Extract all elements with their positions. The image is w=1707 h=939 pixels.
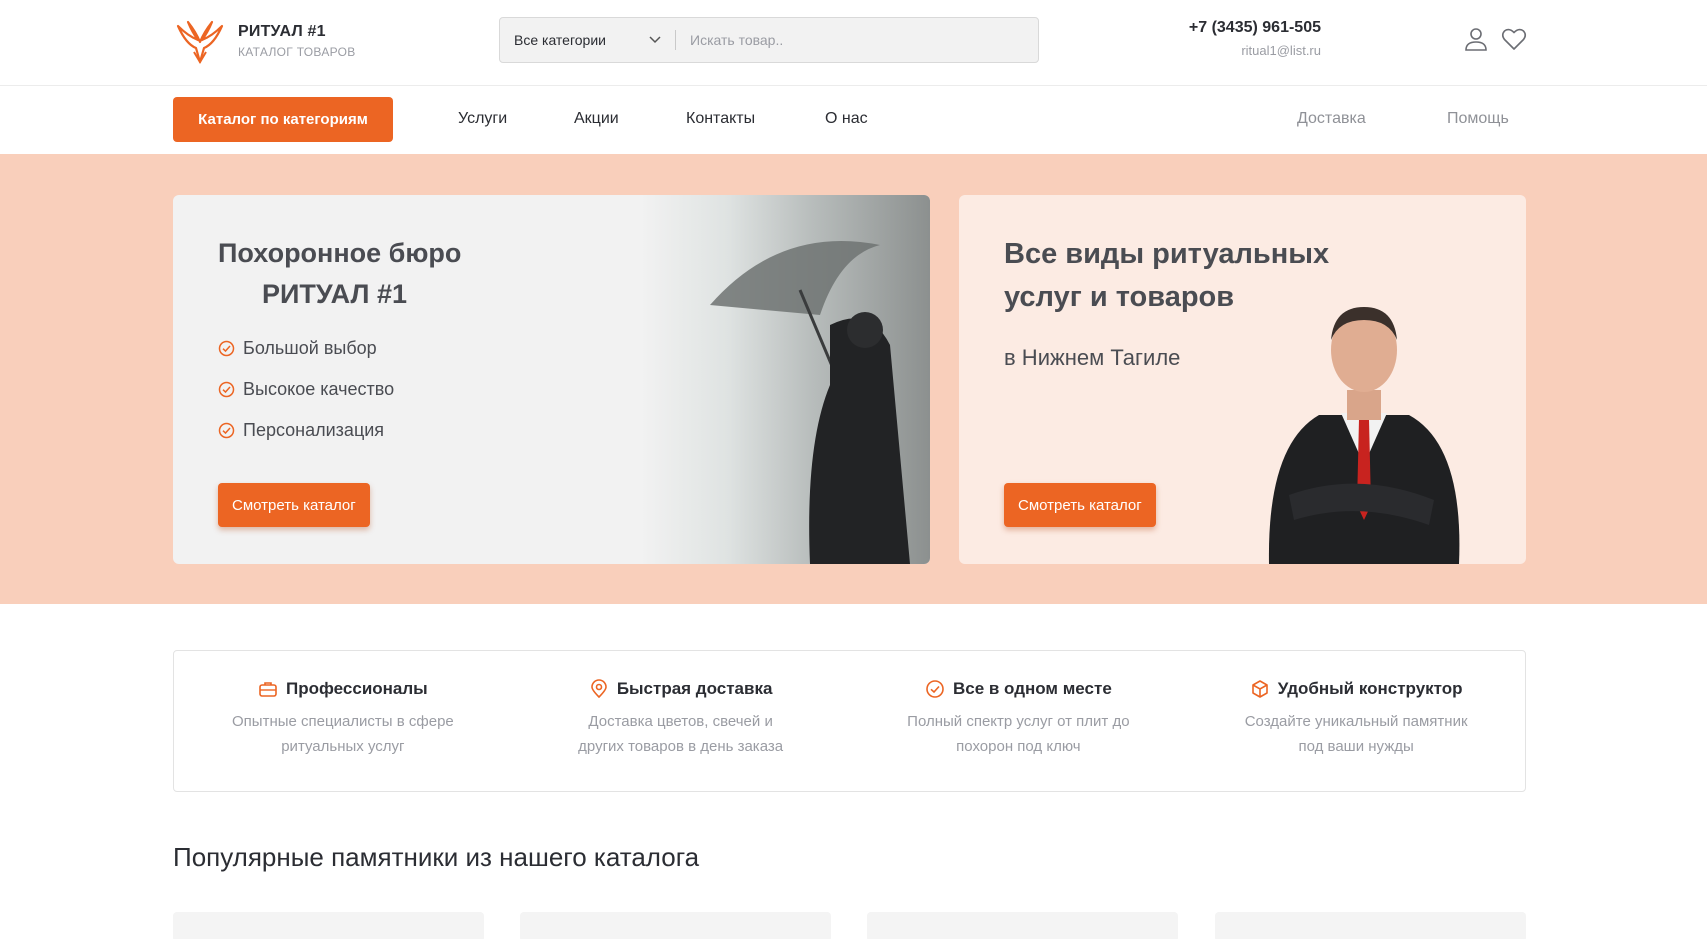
hero-left-title-line1: Похоронное бюро — [218, 238, 462, 268]
hero-card-bureau: Похоронное бюро РИТУАЛ #1 Большой выбор … — [173, 195, 930, 564]
popular-section-title: Популярные памятники из нашего каталога — [173, 842, 700, 872]
nav-link-help[interactable]: Помощь — [1447, 110, 1509, 128]
feature-item: Быстрая доставка Доставка цветов, свечей… — [512, 651, 850, 791]
main-nav: Каталог по категориям Услуги Акции Конта… — [0, 86, 1707, 154]
cube-icon — [1251, 680, 1268, 698]
nav-link-delivery[interactable]: Доставка — [1297, 110, 1366, 128]
feature-desc-line: Полный спектр услуг от плит до — [907, 713, 1130, 730]
view-catalog-button-right[interactable]: Смотреть каталог — [1004, 483, 1156, 527]
hero-card-services: Все виды ритуальных услуг и товаров в Ни… — [959, 195, 1526, 564]
chevron-down-icon — [649, 36, 661, 44]
check-circle-icon — [218, 422, 235, 438]
feature-desc-line: Опытные специалисты в сфере — [232, 713, 454, 730]
feature-desc-line: под ваши нужды — [1298, 738, 1414, 755]
feature-title: Все в одном месте — [952, 679, 1112, 698]
user-icon[interactable] — [1463, 26, 1489, 52]
director-portrait-photo — [1268, 307, 1460, 564]
site-header: РИТУАЛ #1 КАТАЛОГ ТОВАРОВ Все категории … — [0, 0, 1707, 86]
search-input[interactable]: Искать товар.. — [676, 32, 783, 48]
check-circle-icon — [926, 680, 944, 698]
feature-desc-line: других товаров в день заказа — [578, 738, 784, 755]
benefit-label: Персонализация — [243, 419, 385, 440]
product-card[interactable] — [867, 912, 1178, 939]
benefit-item: Персонализация — [218, 420, 394, 440]
catalog-categories-button[interactable]: Каталог по категориям — [173, 97, 393, 142]
view-catalog-button-left[interactable]: Смотреть каталог — [218, 483, 370, 527]
feature-desc-line: Создайте уникальный памятник — [1244, 713, 1468, 730]
product-card[interactable] — [1215, 912, 1526, 939]
brand-name: РИТУАЛ #1 — [238, 23, 326, 40]
nav-link-about[interactable]: О нас — [825, 110, 868, 128]
feature-item: Удобный конструктор Создайте уникальный … — [1187, 651, 1525, 791]
feature-title: Удобный конструктор — [1277, 679, 1463, 698]
check-circle-icon — [218, 340, 235, 356]
phoenix-logo-icon — [176, 20, 224, 64]
email-link[interactable]: ritual1@list.ru — [1189, 43, 1321, 58]
nav-link-services[interactable]: Услуги — [458, 110, 507, 128]
feature-title: Профессионалы — [286, 679, 428, 698]
features-panel: Профессионалы Опытные специалисты в сфер… — [173, 650, 1526, 792]
logo[interactable]: РИТУАЛ #1 КАТАЛОГ ТОВАРОВ — [172, 18, 356, 64]
briefcase-icon — [259, 682, 277, 697]
benefit-label: Высокое качество — [243, 378, 395, 399]
feature-desc-line: похорон под ключ — [956, 738, 1081, 755]
benefit-label: Большой выбор — [243, 337, 377, 358]
feature-desc-line: Доставка цветов, свечей и — [588, 713, 773, 730]
contact-block: +7 (3435) 961-505 ritual1@list.ru — [1189, 19, 1321, 58]
feature-desc-line: ритуальных услуг — [281, 738, 405, 755]
search-bar: Все категории Искать товар.. — [499, 17, 1039, 63]
hero-left-title-line2: РИТУАЛ #1 — [262, 279, 407, 309]
benefit-item: Большой выбор — [218, 338, 394, 358]
benefit-list: Большой выбор Высокое качество Персонали… — [218, 338, 394, 461]
feature-item: Профессионалы Опытные специалисты в сфер… — [174, 651, 512, 791]
hero-section: Похоронное бюро РИТУАЛ #1 Большой выбор … — [0, 154, 1707, 604]
phone-link[interactable]: +7 (3435) 961-505 — [1189, 19, 1321, 37]
feature-item: Все в одном месте Полный спектр услуг от… — [850, 651, 1188, 791]
mourner-umbrella-photo — [640, 195, 930, 564]
brand-subtitle: КАТАЛОГ ТОВАРОВ — [238, 45, 356, 59]
nav-link-promotions[interactable]: Акции — [574, 110, 619, 128]
product-card[interactable] — [520, 912, 831, 939]
benefit-item: Высокое качество — [218, 379, 394, 399]
product-card[interactable] — [173, 912, 484, 939]
heart-icon[interactable] — [1501, 26, 1527, 52]
umbrella-figure-illustration — [710, 241, 910, 564]
nav-link-contacts[interactable]: Контакты — [686, 110, 755, 128]
category-select[interactable]: Все категории — [500, 32, 675, 48]
category-select-value: Все категории — [514, 32, 606, 48]
hero-right-city: в Нижнем Тагиле — [1004, 345, 1181, 370]
map-pin-icon — [591, 679, 607, 699]
check-circle-icon — [218, 381, 235, 397]
feature-title: Быстрая доставка — [616, 679, 773, 698]
